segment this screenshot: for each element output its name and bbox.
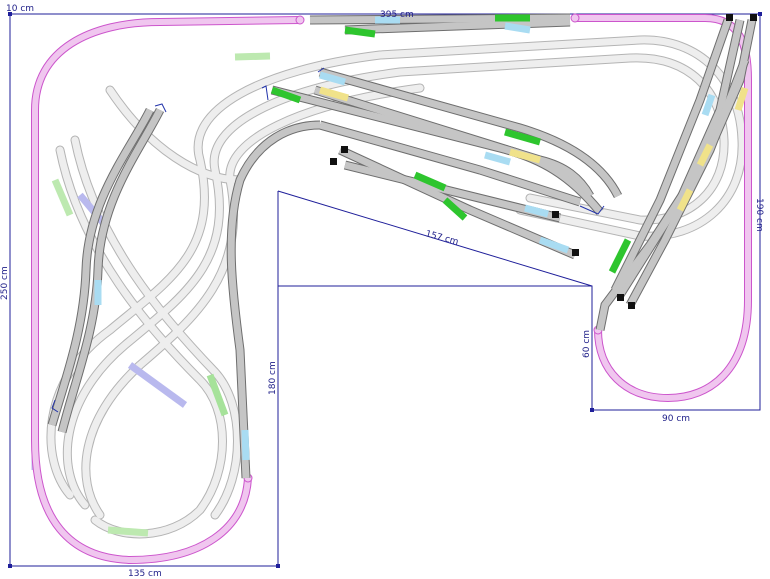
dimension-top-left-offset: 10 cm [6,4,34,14]
buffer-stop [341,146,348,153]
section-bracket [261,85,269,101]
dimension-tick [8,564,12,568]
buffer-stop [572,249,579,256]
green-section [344,26,376,38]
lightblue-section [701,93,716,117]
buffer-stop [628,302,635,309]
yellow-section [509,148,541,164]
dimension-tick [590,408,594,412]
dimension-tick [758,12,762,16]
buffer-stop [552,211,559,218]
dimension-top-length: 395 cm [380,10,414,20]
track-plan-canvas: 10 cm 395 cm 250 cm 180 cm 157 cm 60 cm … [0,4,764,579]
loop-end-marker [570,13,580,23]
buffer-stop [330,158,337,165]
dimension-right-bottom: 90 cm [662,414,690,424]
buffer-stop [726,14,733,21]
buffer-stop [617,294,624,301]
lower-green-section [234,52,271,61]
dimension-inner-vertical: 180 cm [268,361,278,395]
loop-end-marker [295,15,305,25]
dimension-right-lower-vertical: 60 cm [582,330,592,358]
dimension-bottom-left: 135 cm [128,569,162,579]
dimension-right-upper-vertical: 190 cm [754,198,764,232]
dimension-inner-horizontal: 157 cm [424,229,459,247]
dimension-left-height: 250 cm [0,266,10,300]
lightblue-section [504,22,531,34]
buffer-stop [750,14,757,21]
lightblue-section [241,429,250,461]
lower-green-section [107,526,149,537]
lightblue-section [484,151,511,166]
lightblue-section [538,236,570,254]
lower-blue-section [127,362,188,408]
upper-level-tracks [47,13,757,479]
dimension-tick [276,564,280,568]
